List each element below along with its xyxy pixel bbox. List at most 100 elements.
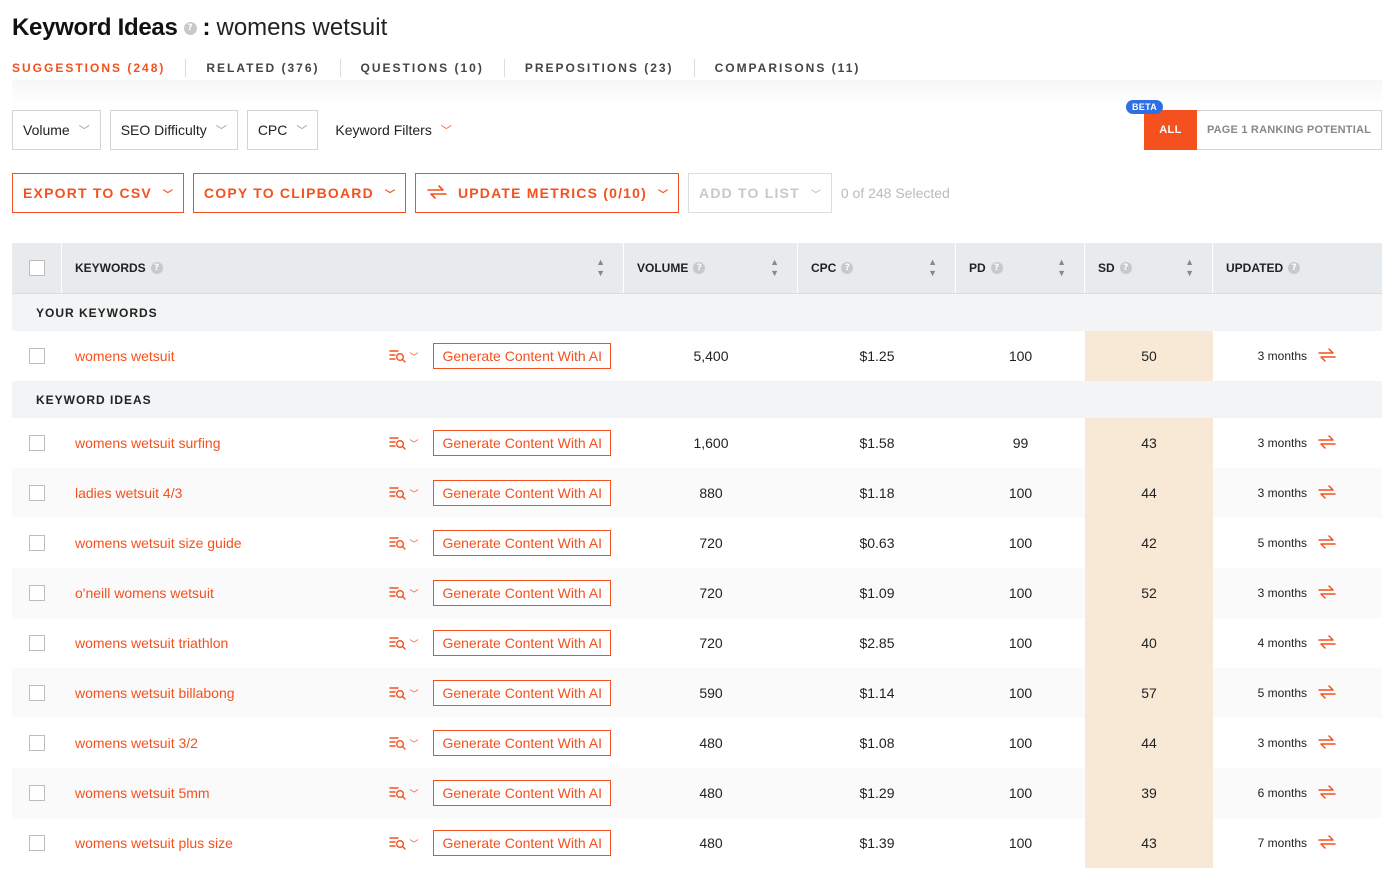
row-checkbox[interactable] <box>29 835 45 851</box>
sync-icon[interactable] <box>1317 633 1337 654</box>
keyword-link[interactable]: womens wetsuit 5mm <box>75 785 210 801</box>
keyword-link[interactable]: o'neill womens wetsuit <box>75 585 214 601</box>
keyword-link[interactable]: womens wetsuit size guide <box>75 535 242 551</box>
row-checkbox[interactable] <box>29 785 45 801</box>
tab-related[interactable]: RELATED (376) <box>185 59 339 77</box>
help-icon[interactable]: ? <box>841 262 854 274</box>
col-sd[interactable]: SD ? ▲ ▼ <box>1085 243 1213 293</box>
keyword-search-icon[interactable]: ﹀ <box>389 486 418 500</box>
keyword-search-icon[interactable]: ﹀ <box>389 786 418 800</box>
sd-cell: 43 <box>1085 418 1213 468</box>
row-select-cell <box>12 331 62 381</box>
toggle-page1-ranking-button[interactable]: PAGE 1 RANKING POTENTIAL <box>1197 110 1382 150</box>
generate-content-button[interactable]: Generate Content With AI <box>433 830 611 856</box>
keyword-link[interactable]: womens wetsuit 3/2 <box>75 735 198 751</box>
add-to-list-button[interactable]: ADD TO LIST ﹀ <box>688 173 832 213</box>
cpc-cell: $1.08 <box>859 735 895 751</box>
tab-suggestions[interactable]: SUGGESTIONS (248) <box>12 59 185 77</box>
col-pd[interactable]: PD ? ▲ ▼ <box>956 243 1085 293</box>
sort-icon[interactable]: ▲ ▼ <box>1185 257 1194 279</box>
tab-questions[interactable]: QUESTIONS (10) <box>339 59 504 77</box>
keyword-ideas-body: womens wetsuit surfing ﹀ Generate Conten… <box>12 418 1382 868</box>
toggle-all-button[interactable]: ALL <box>1144 110 1197 150</box>
keyword-search-icon[interactable]: ﹀ <box>389 836 418 850</box>
volume-filter[interactable]: Volume ﹀ <box>12 110 101 150</box>
chevron-down-icon: ﹀ <box>409 538 419 549</box>
chevron-down-icon: ﹀ <box>409 438 419 449</box>
generate-content-button[interactable]: Generate Content With AI <box>433 680 611 706</box>
sync-icon[interactable] <box>1317 483 1337 504</box>
keyword-search-icon[interactable]: ﹀ <box>389 586 418 600</box>
row-checkbox[interactable] <box>29 485 45 501</box>
sort-icon[interactable]: ▲ ▼ <box>928 257 937 279</box>
row-checkbox[interactable] <box>29 685 45 701</box>
help-icon[interactable]: ? <box>1119 262 1132 274</box>
generate-content-button[interactable]: Generate Content With AI <box>433 630 611 656</box>
keyword-link[interactable]: ladies wetsuit 4/3 <box>75 485 182 501</box>
row-checkbox[interactable] <box>29 635 45 651</box>
add-to-list-label: ADD TO LIST <box>699 185 800 201</box>
keyword-filters-dropdown[interactable]: Keyword Filters ﹀ <box>327 110 459 150</box>
keyword-search-icon[interactable]: ﹀ <box>389 736 418 750</box>
generate-content-button[interactable]: Generate Content With AI <box>433 480 611 506</box>
update-metrics-button[interactable]: UPDATE METRICS (0/10) ﹀ <box>414 173 680 213</box>
generate-content-button[interactable]: Generate Content With AI <box>433 530 611 556</box>
copy-clipboard-button[interactable]: COPY TO CLIPBOARD ﹀ <box>192 173 406 213</box>
export-csv-label: EXPORT TO CSV <box>23 185 152 201</box>
keyword-link[interactable]: womens wetsuit <box>75 348 175 364</box>
row-checkbox[interactable] <box>29 585 45 601</box>
tab-comparisons[interactable]: COMPARISONS (11) <box>693 59 881 77</box>
keyword-link[interactable]: womens wetsuit billabong <box>75 685 235 701</box>
title-separator: : <box>202 14 211 41</box>
help-icon[interactable]: ? <box>183 21 197 35</box>
pd-cell: 100 <box>1008 485 1033 501</box>
row-checkbox[interactable] <box>29 735 45 751</box>
cpc-filter[interactable]: CPC ﹀ <box>246 110 319 150</box>
generate-content-button[interactable]: Generate Content With AI <box>433 430 611 456</box>
updated-value: 6 months <box>1257 786 1307 800</box>
volume-cell: 720 <box>699 635 723 651</box>
sync-icon[interactable] <box>1317 533 1337 554</box>
help-icon[interactable]: ? <box>1288 262 1301 274</box>
keyword-search-icon[interactable]: ﹀ <box>389 349 418 363</box>
keyword-search-icon[interactable]: ﹀ <box>389 636 418 650</box>
help-icon[interactable]: ? <box>150 262 163 274</box>
generate-content-button[interactable]: Generate Content With AI <box>433 730 611 756</box>
col-cpc[interactable]: CPC ? ▲ ▼ <box>798 243 956 293</box>
pd-cell: 100 <box>1008 785 1033 801</box>
cpc-cell: $1.39 <box>859 835 895 851</box>
keyword-link[interactable]: womens wetsuit plus size <box>75 835 233 851</box>
sort-icon[interactable]: ▲ ▼ <box>1057 257 1066 279</box>
tab-prepositions[interactable]: PREPOSITIONS (23) <box>503 59 694 77</box>
select-all-checkbox[interactable] <box>28 260 45 276</box>
keyword-search-icon[interactable]: ﹀ <box>389 536 418 550</box>
row-checkbox[interactable] <box>29 535 45 551</box>
col-volume[interactable]: VOLUME ? ▲ ▼ <box>624 243 798 293</box>
keyword-link[interactable]: womens wetsuit triathlon <box>75 635 228 651</box>
sync-icon[interactable] <box>1317 433 1337 454</box>
generate-content-button[interactable]: Generate Content With AI <box>433 343 611 369</box>
help-icon[interactable]: ? <box>693 262 706 274</box>
keyword-filters-label: Keyword Filters <box>335 122 432 138</box>
sync-icon[interactable] <box>1317 346 1337 367</box>
volume-cell: 480 <box>699 835 723 851</box>
generate-content-button[interactable]: Generate Content With AI <box>433 780 611 806</box>
sync-icon[interactable] <box>1317 733 1337 754</box>
sort-icon[interactable]: ▲ ▼ <box>770 257 779 279</box>
sync-icon[interactable] <box>1317 583 1337 604</box>
keyword-search-icon[interactable]: ﹀ <box>389 686 418 700</box>
export-csv-button[interactable]: EXPORT TO CSV ﹀ <box>12 173 184 213</box>
sync-icon[interactable] <box>1317 833 1337 854</box>
seo-difficulty-filter[interactable]: SEO Difficulty ﹀ <box>109 110 238 150</box>
row-checkbox[interactable] <box>29 435 45 451</box>
keyword-search-icon[interactable]: ﹀ <box>389 436 418 450</box>
sort-icon[interactable]: ▲ ▼ <box>596 257 605 279</box>
generate-content-button[interactable]: Generate Content With AI <box>433 580 611 606</box>
sync-icon[interactable] <box>1317 683 1337 704</box>
col-keywords[interactable]: KEYWORDS ? ▲ ▼ <box>62 243 624 293</box>
keyword-link[interactable]: womens wetsuit surfing <box>75 435 221 451</box>
sync-icon[interactable] <box>1317 783 1337 804</box>
table-row: womens wetsuit plus size ﹀ Generate Cont… <box>12 818 1382 868</box>
row-checkbox[interactable] <box>29 348 45 364</box>
help-icon[interactable]: ? <box>990 262 1003 274</box>
